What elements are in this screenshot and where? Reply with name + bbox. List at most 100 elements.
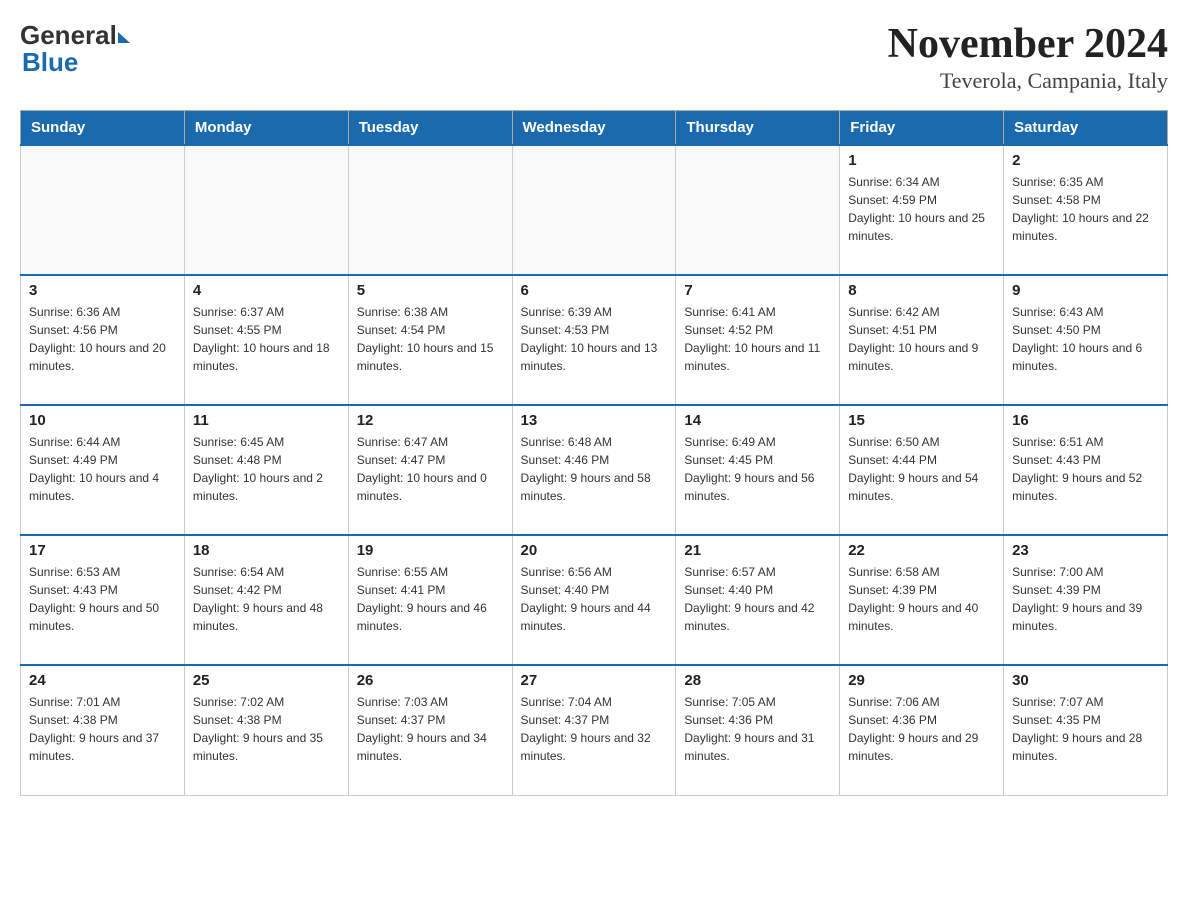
- day-number: 30: [1012, 672, 1159, 689]
- day-info: Sunrise: 6:47 AMSunset: 4:47 PMDaylight:…: [357, 433, 504, 505]
- day-number: 25: [193, 672, 340, 689]
- day-info: Sunrise: 6:54 AMSunset: 4:42 PMDaylight:…: [193, 563, 340, 635]
- day-number: 19: [357, 542, 504, 559]
- table-row: 7 Sunrise: 6:41 AMSunset: 4:52 PMDaylight…: [676, 275, 840, 405]
- day-number: 27: [521, 672, 668, 689]
- table-row: 3 Sunrise: 6:36 AMSunset: 4:56 PMDaylight…: [21, 275, 185, 405]
- table-row: 19 Sunrise: 6:55 AMSunset: 4:41 PMDayligh…: [348, 535, 512, 665]
- col-saturday: Saturday: [1004, 111, 1168, 146]
- day-info: Sunrise: 6:58 AMSunset: 4:39 PMDaylight:…: [848, 563, 995, 635]
- week-row-3: 10Sunrise: 6:44 AMSunset: 4:49 PMDayligh…: [21, 405, 1168, 535]
- table-row: [512, 145, 676, 275]
- day-number: 3: [29, 282, 176, 299]
- page-header: General Blue November 2024 Teverola, Cam…: [20, 20, 1168, 94]
- day-number: 6: [521, 282, 668, 299]
- day-number: 18: [193, 542, 340, 559]
- day-number: 1: [848, 152, 995, 169]
- week-row-1: 1 Sunrise: 6:34 AMSunset: 4:59 PMDaylight…: [21, 145, 1168, 275]
- week-row-5: 24Sunrise: 7:01 AMSunset: 4:38 PMDayligh…: [21, 665, 1168, 795]
- day-info: Sunrise: 6:51 AMSunset: 4:43 PMDaylight:…: [1012, 433, 1159, 505]
- day-info: Sunrise: 6:57 AMSunset: 4:40 PMDaylight:…: [684, 563, 831, 635]
- day-number: 28: [684, 672, 831, 689]
- day-info: Sunrise: 7:03 AMSunset: 4:37 PMDaylight:…: [357, 693, 504, 765]
- table-row: 11 Sunrise: 6:45 AMSunset: 4:48 PMDayligh…: [184, 405, 348, 535]
- day-info: Sunrise: 7:00 AMSunset: 4:39 PMDaylight:…: [1012, 563, 1159, 635]
- day-info: Sunrise: 6:56 AMSunset: 4:40 PMDaylight:…: [521, 563, 668, 635]
- table-row: 17Sunrise: 6:53 AMSunset: 4:43 PMDayligh…: [21, 535, 185, 665]
- calendar-title: November 2024: [888, 20, 1168, 68]
- day-number: 26: [357, 672, 504, 689]
- table-row: 29 Sunrise: 7:06 AMSunset: 4:36 PMDayligh…: [840, 665, 1004, 795]
- day-info: Sunrise: 6:35 AMSunset: 4:58 PMDaylight:…: [1012, 173, 1159, 245]
- day-number: 13: [521, 412, 668, 429]
- day-number: 15: [848, 412, 995, 429]
- day-info: Sunrise: 7:06 AMSunset: 4:36 PMDaylight:…: [848, 693, 995, 765]
- day-info: Sunrise: 6:48 AMSunset: 4:46 PMDaylight:…: [521, 433, 668, 505]
- col-thursday: Thursday: [676, 111, 840, 146]
- title-area: November 2024 Teverola, Campania, Italy: [888, 20, 1168, 94]
- day-number: 24: [29, 672, 176, 689]
- col-monday: Monday: [184, 111, 348, 146]
- day-info: Sunrise: 7:02 AMSunset: 4:38 PMDaylight:…: [193, 693, 340, 765]
- col-wednesday: Wednesday: [512, 111, 676, 146]
- day-number: 29: [848, 672, 995, 689]
- table-row: 23 Sunrise: 7:00 AMSunset: 4:39 PMDayligh…: [1004, 535, 1168, 665]
- table-row: 13 Sunrise: 6:48 AMSunset: 4:46 PMDayligh…: [512, 405, 676, 535]
- col-tuesday: Tuesday: [348, 111, 512, 146]
- day-number: 11: [193, 412, 340, 429]
- day-info: Sunrise: 6:36 AMSunset: 4:56 PMDaylight:…: [29, 303, 176, 375]
- day-info: Sunrise: 6:39 AMSunset: 4:53 PMDaylight:…: [521, 303, 668, 375]
- calendar-subtitle: Teverola, Campania, Italy: [888, 68, 1168, 94]
- table-row: 15 Sunrise: 6:50 AMSunset: 4:44 PMDayligh…: [840, 405, 1004, 535]
- table-row: 12 Sunrise: 6:47 AMSunset: 4:47 PMDayligh…: [348, 405, 512, 535]
- day-number: 16: [1012, 412, 1159, 429]
- day-number: 10: [29, 412, 176, 429]
- day-number: 23: [1012, 542, 1159, 559]
- day-info: Sunrise: 6:41 AMSunset: 4:52 PMDaylight:…: [684, 303, 831, 375]
- day-info: Sunrise: 6:38 AMSunset: 4:54 PMDaylight:…: [357, 303, 504, 375]
- table-row: 14Sunrise: 6:49 AMSunset: 4:45 PMDayligh…: [676, 405, 840, 535]
- day-info: Sunrise: 6:37 AMSunset: 4:55 PMDaylight:…: [193, 303, 340, 375]
- day-info: Sunrise: 6:49 AMSunset: 4:45 PMDaylight:…: [684, 433, 831, 505]
- table-row: 18 Sunrise: 6:54 AMSunset: 4:42 PMDayligh…: [184, 535, 348, 665]
- day-info: Sunrise: 6:42 AMSunset: 4:51 PMDaylight:…: [848, 303, 995, 375]
- day-number: 2: [1012, 152, 1159, 169]
- day-info: Sunrise: 6:34 AMSunset: 4:59 PMDaylight:…: [848, 173, 995, 245]
- table-row: [676, 145, 840, 275]
- col-sunday: Sunday: [21, 111, 185, 146]
- col-friday: Friday: [840, 111, 1004, 146]
- day-number: 5: [357, 282, 504, 299]
- week-row-2: 3 Sunrise: 6:36 AMSunset: 4:56 PMDaylight…: [21, 275, 1168, 405]
- table-row: 2 Sunrise: 6:35 AMSunset: 4:58 PMDaylight…: [1004, 145, 1168, 275]
- day-info: Sunrise: 7:07 AMSunset: 4:35 PMDaylight:…: [1012, 693, 1159, 765]
- calendar-header-row: Sunday Monday Tuesday Wednesday Thursday…: [21, 111, 1168, 146]
- week-row-4: 17Sunrise: 6:53 AMSunset: 4:43 PMDayligh…: [21, 535, 1168, 665]
- table-row: 28Sunrise: 7:05 AMSunset: 4:36 PMDayligh…: [676, 665, 840, 795]
- day-number: 12: [357, 412, 504, 429]
- calendar-table: Sunday Monday Tuesday Wednesday Thursday…: [20, 110, 1168, 796]
- day-number: 20: [521, 542, 668, 559]
- day-info: Sunrise: 6:55 AMSunset: 4:41 PMDaylight:…: [357, 563, 504, 635]
- table-row: 22 Sunrise: 6:58 AMSunset: 4:39 PMDayligh…: [840, 535, 1004, 665]
- table-row: [184, 145, 348, 275]
- table-row: [348, 145, 512, 275]
- table-row: 10Sunrise: 6:44 AMSunset: 4:49 PMDayligh…: [21, 405, 185, 535]
- logo-arrow-icon: [118, 32, 130, 43]
- day-info: Sunrise: 6:43 AMSunset: 4:50 PMDaylight:…: [1012, 303, 1159, 375]
- table-row: 25 Sunrise: 7:02 AMSunset: 4:38 PMDayligh…: [184, 665, 348, 795]
- day-info: Sunrise: 6:50 AMSunset: 4:44 PMDaylight:…: [848, 433, 995, 505]
- day-number: 22: [848, 542, 995, 559]
- table-row: 30 Sunrise: 7:07 AMSunset: 4:35 PMDayligh…: [1004, 665, 1168, 795]
- day-number: 4: [193, 282, 340, 299]
- table-row: 16 Sunrise: 6:51 AMSunset: 4:43 PMDayligh…: [1004, 405, 1168, 535]
- table-row: 24Sunrise: 7:01 AMSunset: 4:38 PMDayligh…: [21, 665, 185, 795]
- day-info: Sunrise: 6:45 AMSunset: 4:48 PMDaylight:…: [193, 433, 340, 505]
- logo-blue-text: Blue: [20, 47, 78, 78]
- table-row: 8 Sunrise: 6:42 AMSunset: 4:51 PMDaylight…: [840, 275, 1004, 405]
- day-number: 7: [684, 282, 831, 299]
- table-row: 9Sunrise: 6:43 AMSunset: 4:50 PMDaylight…: [1004, 275, 1168, 405]
- table-row: 6 Sunrise: 6:39 AMSunset: 4:53 PMDaylight…: [512, 275, 676, 405]
- table-row: [21, 145, 185, 275]
- day-number: 8: [848, 282, 995, 299]
- logo: General Blue: [20, 20, 130, 78]
